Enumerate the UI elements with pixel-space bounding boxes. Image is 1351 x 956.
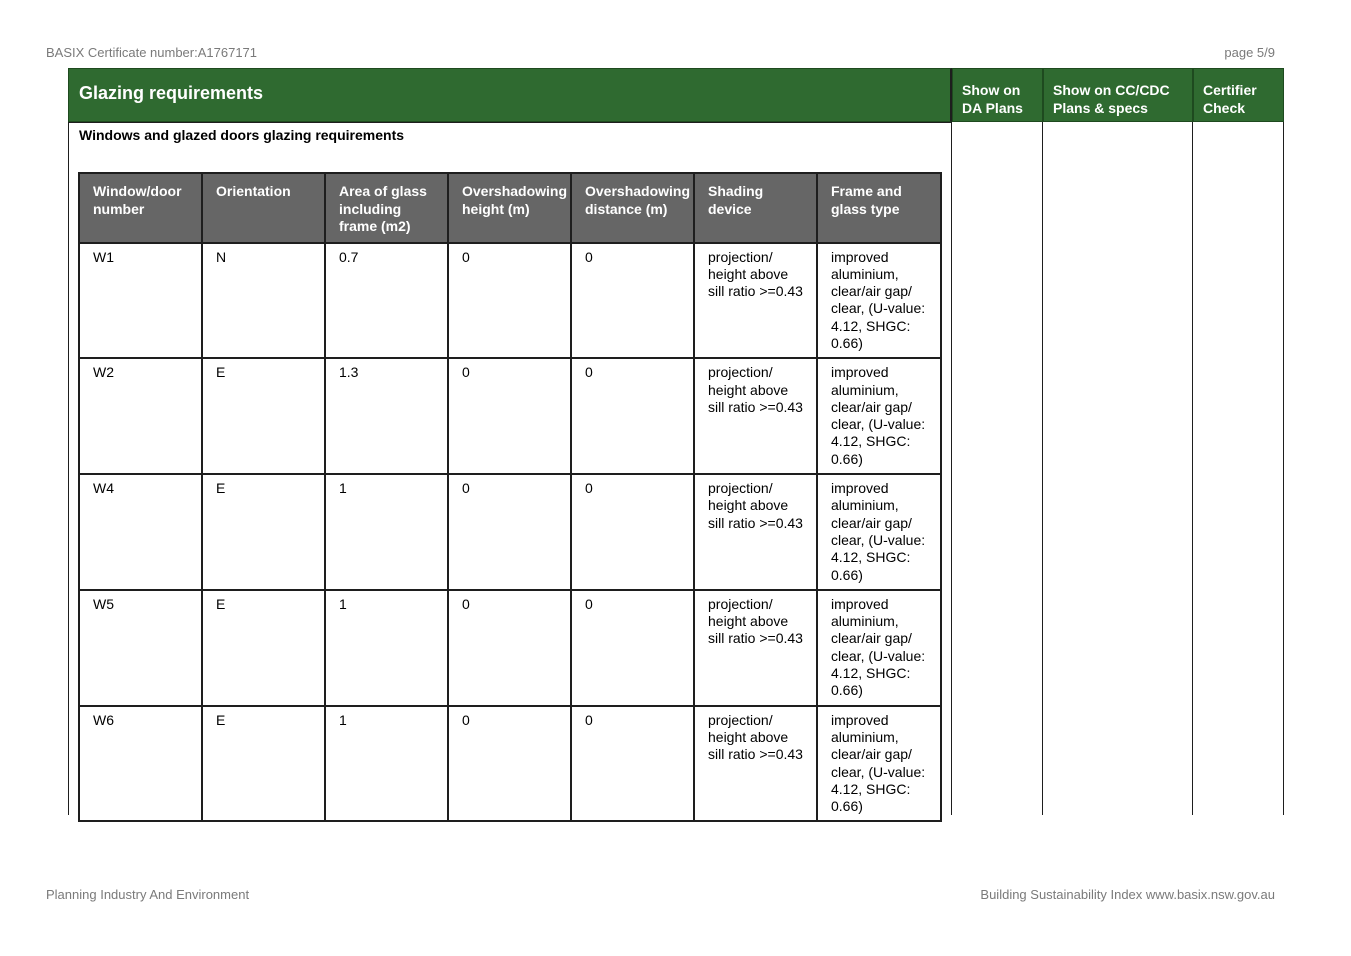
window-number: W4 [78,473,203,591]
certifier-label: Certifier Check [1203,82,1257,116]
shading-device: projection/ height above sill ratio >=0.… [693,588,818,707]
da-plans-column-header: Show on DA Plans [952,68,1043,122]
cc-cdc-label: Show on CC/CDC Plans & specs [1053,82,1170,116]
table-row: W1 N 0.7 0 0 projection/ height above si… [78,241,942,360]
section-subtitle: Windows and glazed doors glazing require… [79,127,405,143]
glass-area: 1 [324,704,449,823]
overshadowing-height: 0 [447,704,572,823]
window-number: W5 [78,588,203,707]
glazing-table: Window/door number Orientation Area of g… [78,172,942,823]
orientation: E [201,704,326,823]
page-number: page 5/9 [1224,45,1275,60]
glass-area: 0.7 [324,241,449,360]
divider [68,122,952,123]
overshadowing-height: 0 [447,241,572,360]
overshadowing-distance: 0 [570,357,695,476]
certificate-number: BASIX Certificate number:A1767171 [46,45,258,60]
frame-glass-type: improved aluminium, clear/air gap/ clear… [816,588,942,707]
divider [1192,122,1193,815]
col-window-door-number: Window/door number [78,172,203,244]
orientation: E [201,588,326,707]
window-number: W2 [78,357,203,476]
glass-area: 1 [324,473,449,591]
overshadowing-distance: 0 [570,588,695,707]
divider [1283,122,1284,815]
col-overshadowing-distance: Overshadowing distance (m) [570,172,695,244]
section-header: Glazing requirements [68,68,952,122]
overshadowing-height: 0 [447,588,572,707]
table-row: W5 E 1 0 0 projection/ height above sill… [78,588,942,707]
shading-device: projection/ height above sill ratio >=0.… [693,473,818,591]
shading-device: projection/ height above sill ratio >=0.… [693,241,818,360]
table-row: W4 E 1 0 0 projection/ height above sill… [78,473,942,591]
glass-area: 1.3 [324,357,449,476]
frame-glass-type: improved aluminium, clear/air gap/ clear… [816,473,942,591]
window-number: W6 [78,704,203,823]
section-title: Glazing requirements [79,83,264,103]
col-area-of-glass: Area of glass including frame (m2) [324,172,449,244]
frame-glass-type: improved aluminium, clear/air gap/ clear… [816,357,942,476]
col-shading-device: Shading device [693,172,818,244]
orientation: N [201,241,326,360]
overshadowing-distance: 0 [570,241,695,360]
col-frame-glass-type: Frame and glass type [816,172,942,244]
orientation: E [201,473,326,591]
frame-glass-type: improved aluminium, clear/air gap/ clear… [816,704,942,823]
divider [68,122,69,815]
cc-cdc-column-header: Show on CC/CDC Plans & specs [1043,68,1193,122]
overshadowing-distance: 0 [570,473,695,591]
da-plans-label: Show on DA Plans [962,82,1023,116]
footer-website: Building Sustainability Index www.basix.… [980,887,1275,902]
overshadowing-distance: 0 [570,704,695,823]
certifier-column-header: Certifier Check [1193,68,1284,122]
orientation: E [201,357,326,476]
footer-department: Planning Industry And Environment [46,887,250,902]
table-header-row: Window/door number Orientation Area of g… [78,172,942,244]
overshadowing-height: 0 [447,473,572,591]
glass-area: 1 [324,588,449,707]
table-row: W2 E 1.3 0 0 projection/ height above si… [78,357,942,476]
divider [951,122,952,815]
window-number: W1 [78,241,203,360]
col-orientation: Orientation [201,172,326,244]
frame-glass-type: improved aluminium, clear/air gap/ clear… [816,241,942,360]
shading-device: projection/ height above sill ratio >=0.… [693,704,818,823]
table-row: W6 E 1 0 0 projection/ height above sill… [78,704,942,823]
shading-device: projection/ height above sill ratio >=0.… [693,357,818,476]
divider [1042,122,1043,815]
overshadowing-height: 0 [447,357,572,476]
col-overshadowing-height: Overshadowing height (m) [447,172,572,244]
